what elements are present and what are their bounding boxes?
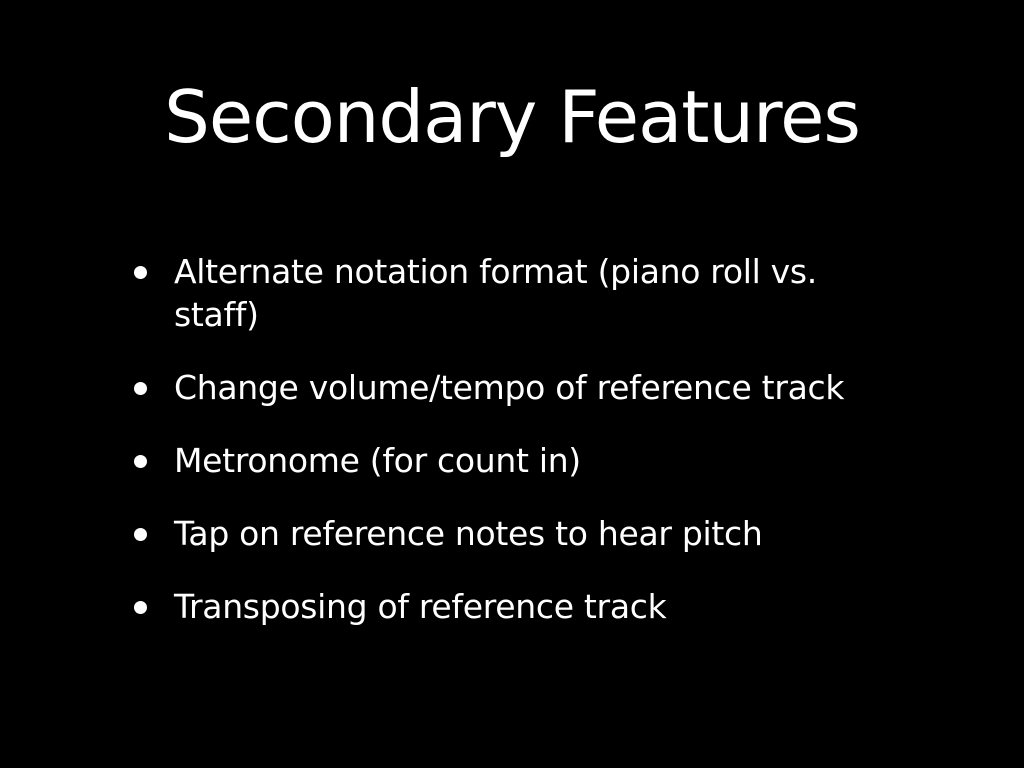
bullet-dot-icon bbox=[134, 455, 147, 468]
slide-title: Secondary Features bbox=[164, 75, 861, 159]
bullet-item: Alternate notation format (piano roll vs… bbox=[128, 250, 908, 336]
slide: Secondary Features Alternate notation fo… bbox=[0, 0, 1024, 768]
bullet-text: Change volume/tempo of reference track bbox=[174, 368, 845, 407]
bullet-item: Change volume/tempo of reference track bbox=[128, 366, 908, 409]
bullet-item: Metronome (for count in) bbox=[128, 439, 908, 482]
bullet-dot-icon bbox=[134, 382, 147, 395]
bullet-text: Metronome (for count in) bbox=[174, 441, 581, 480]
bullet-text: Transposing of reference track bbox=[174, 587, 667, 626]
bullet-text: Alternate notation format (piano roll vs… bbox=[174, 252, 817, 334]
bullet-item: Tap on reference notes to hear pitch bbox=[128, 512, 908, 555]
bullet-text: Tap on reference notes to hear pitch bbox=[174, 514, 763, 553]
bullet-dot-icon bbox=[134, 601, 147, 614]
bullet-dot-icon bbox=[134, 266, 147, 279]
bullet-dot-icon bbox=[134, 528, 147, 541]
bullet-list: Alternate notation format (piano roll vs… bbox=[128, 250, 908, 658]
bullet-item: Transposing of reference track bbox=[128, 585, 908, 628]
